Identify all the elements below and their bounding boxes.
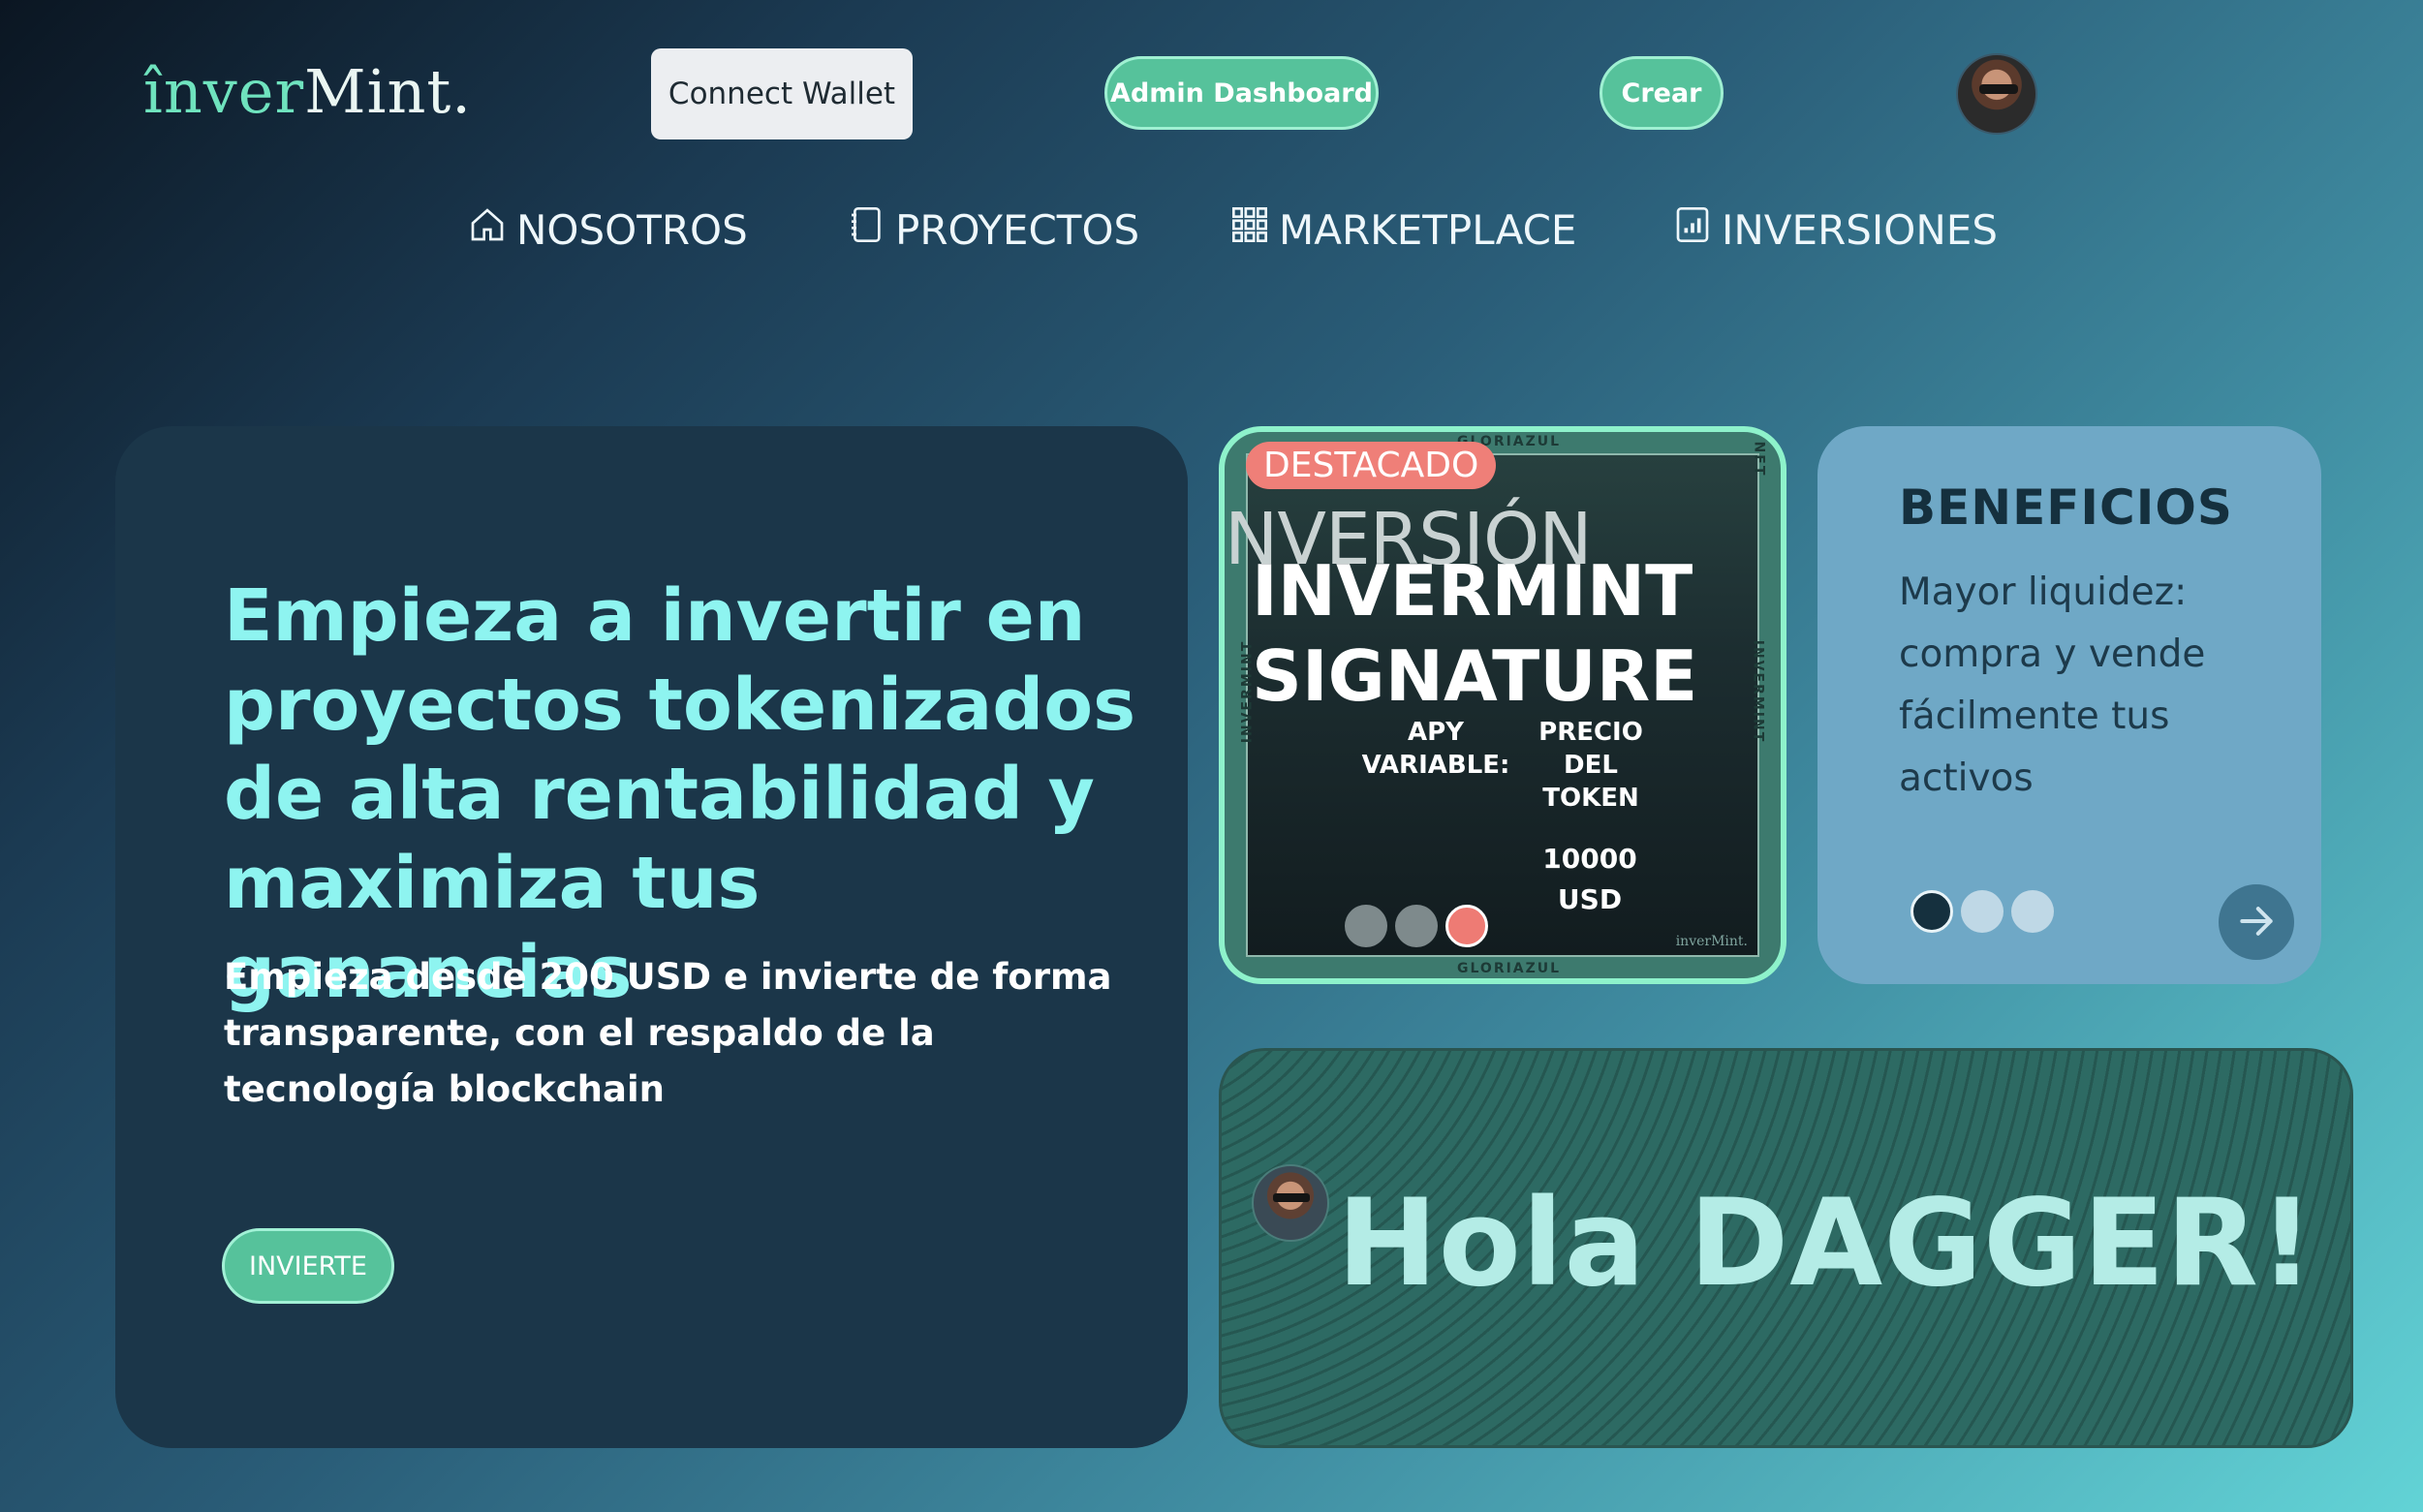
carousel-dot[interactable]	[2011, 890, 2054, 933]
bar-chart-icon	[1673, 205, 1712, 254]
price-label: PRECIO DEL TOKEN	[1538, 718, 1643, 813]
featured-title-line1: INVERMINT	[1252, 550, 1693, 632]
brand-mini-logo: inverMint.	[1675, 934, 1748, 949]
hero-subtitle: Empieza desde 200 USD e invierte de form…	[224, 956, 1112, 1110]
grid-icon	[1230, 205, 1269, 254]
frame-corner-text: NFT	[1751, 441, 1767, 478]
carousel-dot-active[interactable]	[1910, 890, 1953, 933]
notebook-icon	[847, 205, 885, 254]
carousel-dot[interactable]	[1961, 890, 2004, 933]
featured-carousel-dots	[1345, 905, 1488, 947]
benefits-card: BENEFICIOS Mayor liquidez: compra y vend…	[1817, 426, 2321, 984]
benefits-text: Mayor liquidez: compra y vende fácilment…	[1899, 571, 2206, 800]
apy-label: APY VARIABLE:	[1361, 718, 1510, 780]
admin-dashboard-button[interactable]: Admin Dashboard	[1104, 56, 1379, 130]
logo-accent: înver	[143, 56, 305, 127]
home-icon	[468, 205, 507, 254]
greeting-avatar	[1252, 1164, 1329, 1242]
featured-project-card[interactable]: GLORIAZUL GLORIAZUL INVERMINT INVERMINT …	[1219, 426, 1786, 984]
greeting-text: Hola DAGGER!	[1337, 1174, 2315, 1313]
carousel-dot[interactable]	[1395, 905, 1438, 947]
main-nav: NOSOTROS PROYECTOS MARKETPLACE INVERSION…	[0, 205, 2423, 263]
benefits-carousel-dots	[1910, 890, 2054, 933]
carousel-dot[interactable]	[1345, 905, 1387, 947]
nav-item-marketplace[interactable]: MARKETPLACE	[1230, 205, 1576, 254]
price-unit: USD	[1557, 883, 1623, 915]
benefits-title: BENEFICIOS	[1899, 479, 2233, 536]
invierte-button[interactable]: INVIERTE	[222, 1228, 394, 1304]
frame-bottom-text: GLORIAZUL	[1457, 961, 1562, 976]
logo-rest: Mint.	[304, 56, 472, 127]
crear-button[interactable]: Crear	[1600, 56, 1724, 130]
nav-item-nosotros[interactable]: NOSOTROS	[468, 205, 748, 254]
destacado-badge: DESTACADO	[1246, 442, 1497, 489]
price-value: 10000	[1542, 843, 1637, 875]
greeting-card: Hola DAGGER!	[1219, 1048, 2353, 1448]
connect-wallet-button[interactable]: Connect Wallet	[651, 48, 913, 139]
carousel-dot-active[interactable]	[1445, 905, 1488, 947]
nav-label: PROYECTOS	[895, 205, 1140, 254]
nav-item-inversiones[interactable]: INVERSIONES	[1673, 205, 1998, 254]
nav-label: NOSOTROS	[516, 205, 748, 254]
arrow-right-icon	[2235, 906, 2278, 945]
frame-right-text: INVERMINT	[1750, 639, 1766, 744]
nav-label: INVERSIONES	[1722, 205, 1998, 254]
brand-logo[interactable]: înverMint.	[143, 56, 472, 127]
featured-title-line2: SIGNATURE	[1252, 635, 1698, 717]
user-avatar[interactable]	[1956, 53, 2037, 135]
hero-card: Empieza a invertir en proyectos tokeniza…	[115, 426, 1188, 1448]
nav-label: MARKETPLACE	[1279, 205, 1577, 254]
next-benefit-button[interactable]	[2219, 884, 2294, 960]
price-value-block: 10000 USD	[1537, 839, 1643, 920]
nav-item-proyectos[interactable]: PROYECTOS	[847, 205, 1139, 254]
